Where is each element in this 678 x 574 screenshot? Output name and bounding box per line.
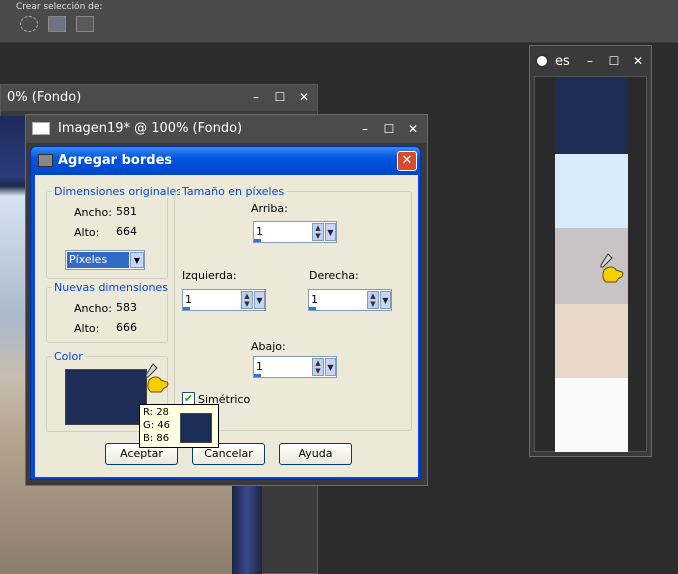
slider-bar[interactable] [254, 374, 261, 377]
palette-swatch[interactable] [555, 378, 628, 452]
chevron-down-icon[interactable]: ▼ [325, 358, 336, 376]
selection-layer-icon[interactable] [76, 16, 94, 32]
dialog-close-button[interactable]: ✕ [397, 151, 417, 171]
palette-window-title: es [555, 54, 570, 69]
minimize-icon[interactable]: – [249, 90, 263, 104]
new-dimensions-group [46, 287, 168, 343]
close-icon[interactable]: ✕ [297, 90, 311, 104]
new-height-label: Alto: [74, 322, 100, 335]
original-width-label: Ancho: [74, 206, 112, 219]
image-window-icon [32, 122, 50, 135]
new-dimensions-title: Nuevas dimensiones [52, 281, 170, 294]
top-label: Arriba: [251, 202, 288, 215]
border-color-swatch[interactable] [65, 369, 147, 425]
minimize-icon[interactable]: – [583, 54, 597, 68]
left-label: Izquierda: [182, 269, 237, 282]
slider-bar[interactable] [309, 307, 316, 310]
palette-app-icon [535, 54, 549, 68]
pixel-size-title: Tamaño en píxeles [180, 185, 287, 198]
minimize-icon[interactable]: – [358, 122, 372, 136]
maximize-icon[interactable]: ☐ [382, 122, 396, 136]
units-select[interactable]: Píxeles ▼ [65, 250, 145, 270]
close-icon[interactable]: ✕ [631, 54, 645, 68]
right-spinner[interactable]: 1 ▲ ▼ ▼ [308, 289, 392, 311]
selection-dashed-icon[interactable] [20, 16, 38, 32]
pipette-cursor-icon [145, 363, 169, 393]
bg-window-title: 0% (Fondo) [1, 85, 317, 111]
palette-swatch[interactable] [555, 154, 628, 228]
original-width-value: 581 [116, 205, 137, 218]
maximize-icon[interactable]: ☐ [607, 54, 621, 68]
original-dimensions-title: Dimensiones originales [52, 185, 185, 198]
tooltip-green: G: 46 [143, 420, 171, 431]
original-height-value: 664 [116, 225, 137, 238]
top-input[interactable]: 1 [256, 225, 263, 238]
maximize-icon[interactable]: ☐ [273, 90, 287, 104]
top-spinner[interactable]: 1 ▲ ▼ ▼ [253, 221, 337, 243]
new-width-value: 583 [116, 301, 137, 314]
right-label: Derecha: [309, 269, 359, 282]
left-input[interactable]: 1 [185, 293, 192, 306]
original-height-label: Alto: [74, 226, 100, 239]
spin-updown-icon[interactable]: ▲ ▼ [367, 291, 379, 309]
close-icon[interactable]: ✕ [406, 122, 420, 136]
color-tooltip: R: 28 G: 46 B: 86 [139, 404, 219, 448]
bottom-input[interactable]: 1 [256, 360, 263, 373]
left-spinner[interactable]: 1 ▲ ▼ ▼ [182, 289, 266, 311]
pipette-cursor-icon [600, 253, 624, 283]
dialog-titlebar[interactable]: Agregar bordes ✕ [31, 147, 420, 175]
palette-swatch[interactable] [555, 304, 628, 378]
tooltip-red: R: 28 [143, 407, 169, 418]
bottom-label: Abajo: [251, 340, 286, 353]
slider-bar[interactable] [183, 307, 190, 310]
spin-updown-icon[interactable]: ▲ ▼ [241, 291, 253, 309]
selection-from-label: Crear selección de: [16, 2, 103, 12]
dialog-app-icon [38, 154, 53, 167]
chevron-down-icon[interactable]: ▼ [380, 291, 391, 309]
chevron-down-icon[interactable]: ▼ [130, 252, 144, 268]
new-width-label: Ancho: [74, 302, 112, 315]
palette-swatch[interactable] [555, 77, 628, 154]
chevron-down-icon[interactable]: ▼ [325, 223, 336, 241]
palette-window: es – ☐ ✕ [529, 45, 652, 457]
new-height-value: 666 [116, 321, 137, 334]
dialog-body: Dimensiones originales Ancho: 581 Alto: … [35, 175, 418, 477]
options-toolbar: Crear selección de: [0, 0, 678, 43]
color-group-title: Color [52, 350, 85, 363]
spin-updown-icon[interactable]: ▲ ▼ [312, 223, 324, 241]
dialog-title: Agregar bordes [58, 153, 173, 168]
selection-rect-icon[interactable] [48, 16, 66, 32]
units-select-value: Píxeles [67, 252, 129, 268]
bottom-spinner[interactable]: 1 ▲ ▼ ▼ [253, 356, 337, 378]
tooltip-blue: B: 86 [143, 433, 170, 444]
help-button[interactable]: Ayuda [279, 443, 352, 465]
add-borders-dialog: Agregar bordes ✕ Dimensiones originales … [30, 146, 421, 480]
slider-bar[interactable] [254, 239, 261, 242]
chevron-down-icon[interactable]: ▼ [254, 291, 265, 309]
tooltip-color-swatch [180, 413, 212, 443]
right-input[interactable]: 1 [311, 293, 318, 306]
spin-updown-icon[interactable]: ▲ ▼ [312, 358, 324, 376]
